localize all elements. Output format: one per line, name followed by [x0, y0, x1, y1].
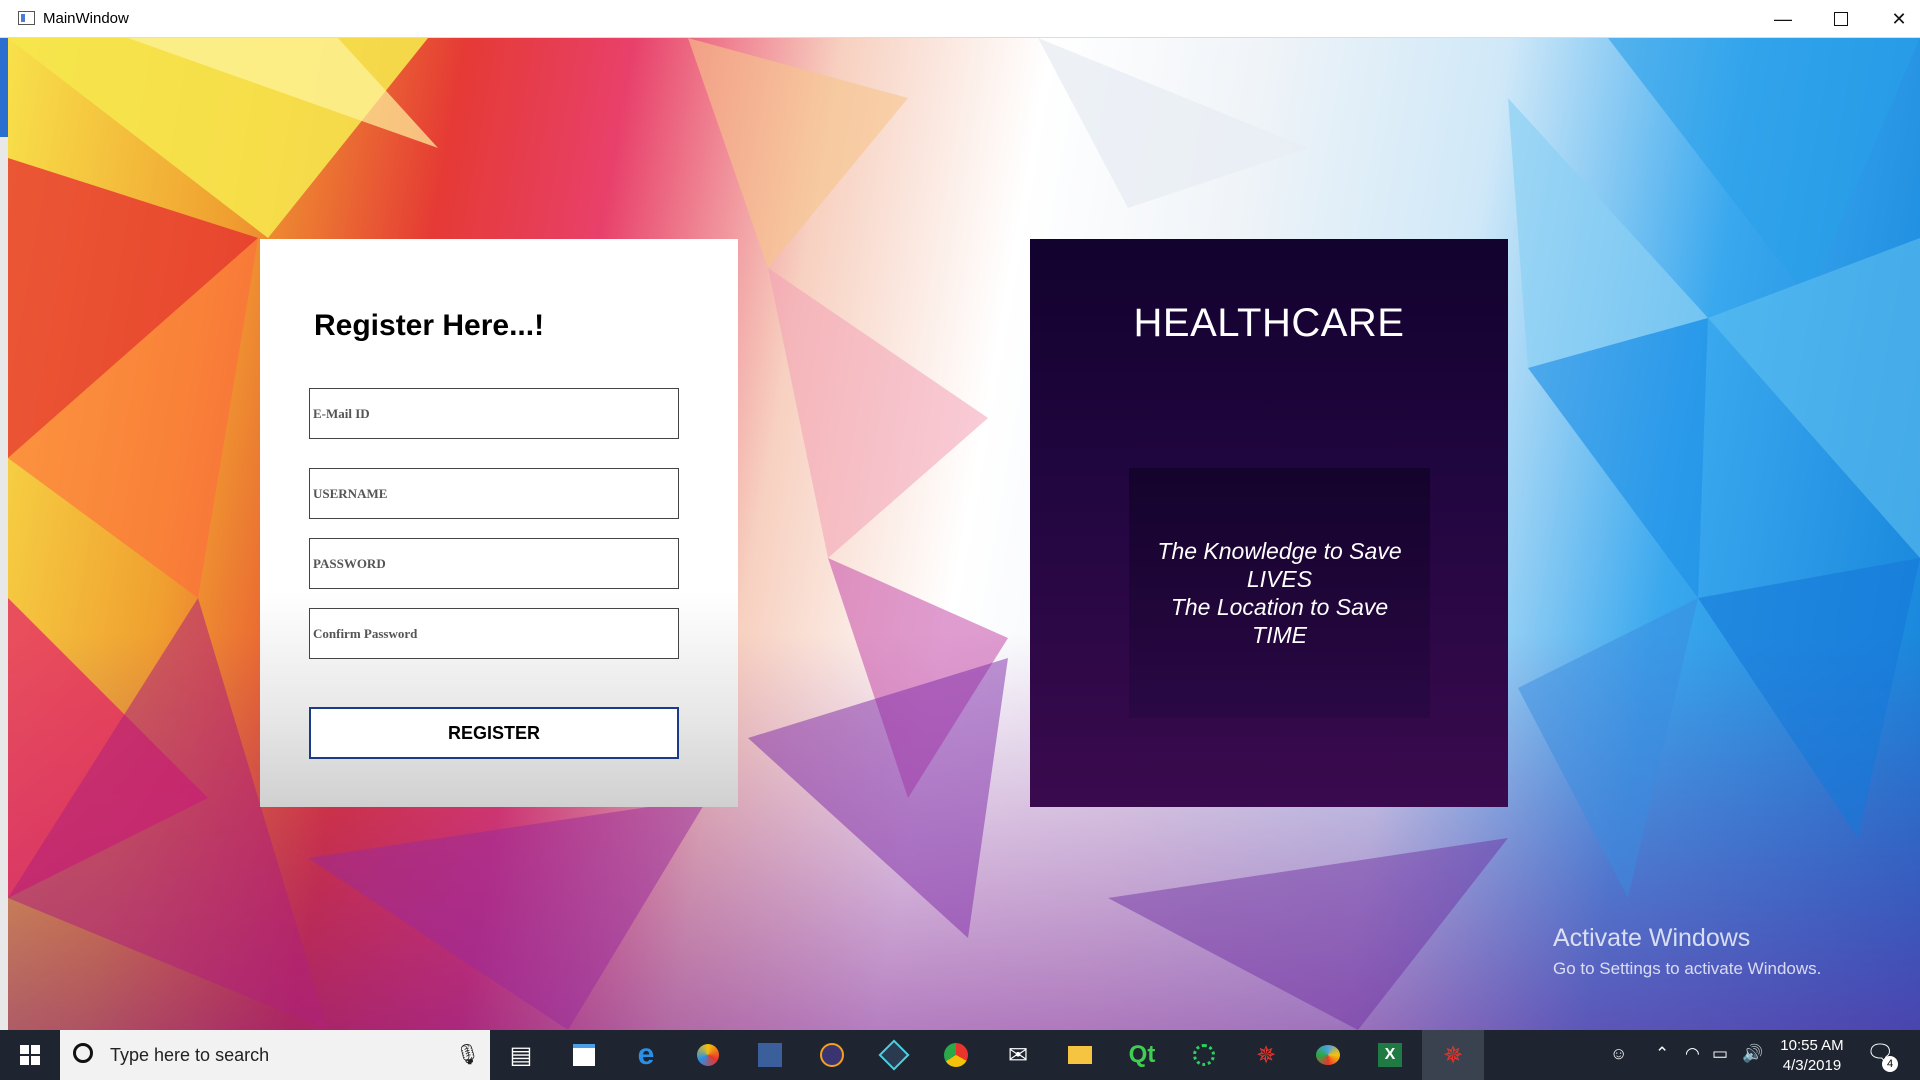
- active-app-icon[interactable]: ✵: [1422, 1030, 1484, 1080]
- maximize-icon[interactable]: [1812, 0, 1870, 38]
- close-icon[interactable]: ✕: [1870, 0, 1920, 38]
- people-icon[interactable]: ☺: [1610, 1044, 1627, 1064]
- activate-title: Activate Windows: [1553, 924, 1751, 952]
- cortana-icon: [73, 1043, 93, 1063]
- email-field[interactable]: [309, 388, 679, 439]
- media-icon[interactable]: [876, 1037, 912, 1073]
- register-button[interactable]: REGISTER: [309, 707, 679, 759]
- tagline-line: The Knowledge to Save: [1157, 538, 1402, 564]
- web-icon[interactable]: ✵: [1248, 1037, 1284, 1073]
- qt-icon[interactable]: Qt: [1124, 1037, 1160, 1073]
- minimize-icon[interactable]: —: [1754, 0, 1812, 38]
- taskbar: Type here to search 🎙 ▤ e ✉ Qt ✵ X ✵ ☺ ⌃…: [0, 1030, 1920, 1080]
- brand-panel: HEALTHCARE The Knowledge to Save LIVES T…: [1030, 239, 1508, 807]
- tagline-line: The Location to Save: [1170, 594, 1389, 620]
- sync-icon[interactable]: [1186, 1037, 1222, 1073]
- windows-logo-icon: [20, 1045, 40, 1065]
- taskbar-search[interactable]: Type here to search 🎙: [60, 1030, 490, 1080]
- tagline-box: The Knowledge to Save LIVES The Location…: [1129, 468, 1430, 718]
- paint-icon[interactable]: [690, 1037, 726, 1073]
- battery-icon[interactable]: ▭: [1712, 1044, 1728, 1064]
- activate-subtitle: Go to Settings to activate Windows.: [1553, 959, 1822, 978]
- vs-icon[interactable]: [752, 1037, 788, 1073]
- brand-title: HEALTHCARE: [1133, 301, 1405, 345]
- notification-count: 4: [1882, 1056, 1898, 1072]
- app-window-icon: [18, 11, 35, 25]
- confirm-password-field[interactable]: [309, 608, 679, 659]
- file-explorer-icon[interactable]: [1062, 1037, 1098, 1073]
- edge-icon[interactable]: e: [628, 1037, 664, 1073]
- chrome-icon[interactable]: [938, 1037, 974, 1073]
- username-field[interactable]: [309, 468, 679, 519]
- store-icon[interactable]: [566, 1037, 602, 1073]
- search-placeholder: Type here to search: [110, 1045, 270, 1065]
- clock-time: 10:55 AM: [1780, 1037, 1844, 1054]
- paint3d-icon[interactable]: [1310, 1037, 1346, 1073]
- window-title: MainWindow: [43, 10, 129, 27]
- volume-icon[interactable]: 🔊: [1742, 1044, 1763, 1064]
- mail-icon[interactable]: ✉: [1000, 1037, 1036, 1073]
- password-field[interactable]: [309, 538, 679, 589]
- register-title: Register Here...!: [314, 309, 545, 342]
- microphone-icon[interactable]: 🎙: [455, 1042, 480, 1067]
- notification-center-icon[interactable]: 🗨 4: [1866, 1040, 1898, 1072]
- taskbar-clock[interactable]: 10:55 AM 4/3/2019: [1772, 1036, 1852, 1076]
- clock-date: 4/3/2019: [1782, 1057, 1842, 1074]
- excel-icon[interactable]: X: [1372, 1037, 1408, 1073]
- activate-windows-watermark: Activate Windows Go to Settings to activ…: [1553, 924, 1821, 979]
- window-left-edge: [0, 38, 8, 1030]
- start-button[interactable]: [0, 1030, 60, 1080]
- chevron-up-icon[interactable]: ⌃: [1655, 1044, 1669, 1064]
- window-title-bar: MainWindow — ✕: [0, 0, 1920, 38]
- tagline-line: TIME: [1252, 622, 1307, 648]
- register-panel: Register Here...! REGISTER: [260, 239, 738, 807]
- tagline-line: LIVES: [1246, 566, 1313, 592]
- task-view-icon[interactable]: ▤: [503, 1037, 539, 1073]
- wifi-icon[interactable]: ◠: [1685, 1044, 1700, 1064]
- eclipse-icon[interactable]: [814, 1037, 850, 1073]
